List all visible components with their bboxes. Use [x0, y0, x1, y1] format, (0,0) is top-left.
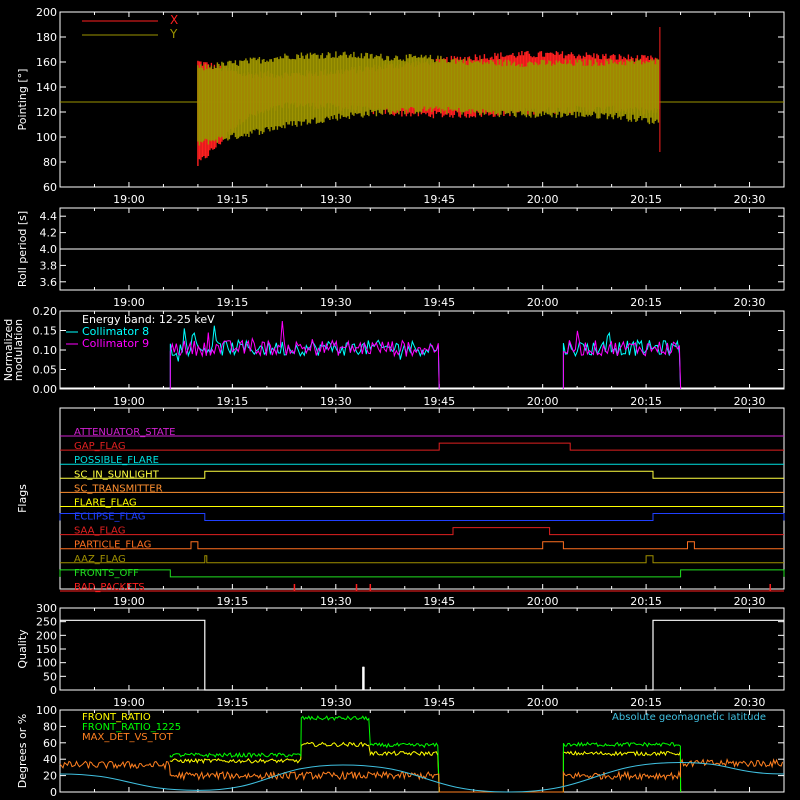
flag-line [60, 442, 784, 451]
quality-line [60, 619, 784, 691]
x-tick-label: 20:00 [527, 193, 559, 206]
legend-label: MAX_DET_VS_TOT [82, 732, 174, 743]
flag-line [59, 513, 785, 521]
x-tick-label: 19:30 [320, 296, 352, 309]
series-collimator-8 [169, 325, 682, 390]
y-axis-label: Roll period [s] [16, 211, 29, 287]
panel-0: 19:00 19:15 19:30 19:45 20:00 20:15 20:30 60 80 1… [16, 6, 785, 206]
flag-line [60, 470, 784, 479]
series-collimator-9 [169, 320, 682, 390]
y-tick-label: 140 [36, 81, 57, 94]
x-tick-label: 20:00 [527, 395, 559, 408]
x-tick-label: 19:30 [320, 696, 352, 709]
y-tick-label: 80 [43, 720, 57, 733]
series-max-det-vs-tot [59, 758, 784, 793]
y-tick-label: 100 [36, 704, 57, 717]
chart-figure: 19:00 19:15 19:30 19:45 20:00 20:15 20:30 60 80 1… [2, 6, 785, 800]
x-tick-label: 19:00 [113, 696, 145, 709]
x-tick-label: 19:15 [217, 595, 249, 608]
series-y-band [197, 51, 660, 146]
x-tick-label: 20:15 [630, 193, 662, 206]
x-tick-label: 19:15 [217, 296, 249, 309]
y-tick-label: 120 [36, 106, 57, 119]
x-tick-label: 20:00 [527, 595, 559, 608]
panel-5: 19:0019:1519:3019:4520:0020:1520:3002040… [16, 704, 785, 800]
y-tick-label: 300 [36, 602, 57, 615]
x-tick-label: 19:45 [423, 696, 455, 709]
x-tick-label: 19:30 [320, 395, 352, 408]
x-tick-label: 19:30 [320, 595, 352, 608]
y-tick-label: 200 [36, 629, 57, 642]
legend-label: X [170, 13, 178, 27]
x-tick-label: 20:15 [630, 696, 662, 709]
y-tick-label: 4.0 [40, 243, 58, 256]
y-tick-label: 100 [36, 657, 57, 670]
legend-label: Collimator 9 [82, 337, 149, 350]
y-axis-label: Degrees or % [16, 714, 29, 788]
x-tick-label: 19:00 [113, 193, 145, 206]
x-tick-label: 19:45 [423, 193, 455, 206]
legend-label: Absolute geomagnetic latitude [612, 712, 766, 723]
panel-1: 19:00 19:15 19:30 19:45 20:00 20:15 20:30 3.6 3.… [16, 207, 785, 309]
y-tick-label: 0 [50, 684, 57, 697]
x-tick-label: 19:30 [320, 193, 352, 206]
x-tick-label: 20:15 [630, 395, 662, 408]
x-tick-label: 19:45 [423, 296, 455, 309]
x-tick-label: 19:45 [423, 395, 455, 408]
x-tick-label: 19:15 [217, 395, 249, 408]
flag-line [59, 569, 785, 578]
y-tick-label: 3.8 [40, 259, 58, 272]
y-tick-label: 40 [43, 753, 57, 766]
panel-3: 19:00 19:15 19:30 19:45 20:00 20:15 20:30 Flags… [16, 407, 785, 608]
x-tick-label: 19:45 [423, 595, 455, 608]
panel-4: 19:00 19:15 19:30 19:45 20:00 20:15 20:30 05010… [16, 602, 785, 709]
panel-2: 19:00 19:15 19:30 19:45 20:00 20:15 20:30 0.00 0… [2, 305, 785, 408]
x-tick-label: 20:30 [734, 395, 766, 408]
series-geomagnetic-latitude [59, 761, 785, 793]
flag-line [60, 555, 784, 564]
y-tick-label: 0.00 [33, 383, 58, 396]
x-tick-label: 19:00 [113, 296, 145, 309]
y-tick-label: 160 [36, 56, 57, 69]
y-tick-label: 0.05 [33, 364, 58, 377]
x-tick-label: 19:00 [113, 395, 145, 408]
y-tick-label: 0.10 [33, 344, 58, 357]
x-tick-label: 20:30 [734, 696, 766, 709]
y-tick-label: 50 [43, 670, 57, 683]
x-tick-label: 19:15 [217, 193, 249, 206]
y-tick-label: 80 [43, 156, 57, 169]
y-tick-label: 0.15 [33, 325, 58, 338]
y-tick-label: 4.4 [40, 210, 58, 223]
y-tick-label: 100 [36, 131, 57, 144]
y-axis-label: Pointing [°] [16, 69, 29, 131]
x-tick-label: 20:15 [630, 595, 662, 608]
y-tick-label: 3.6 [40, 276, 58, 289]
y-axis-label: modulation [12, 319, 25, 381]
flag-line [60, 541, 784, 550]
y-tick-label: 250 [36, 616, 57, 629]
y-tick-label: 0.20 [33, 305, 58, 318]
y-tick-label: 4.2 [40, 227, 58, 240]
y-tick-label: 60 [43, 181, 57, 194]
x-tick-label: 20:00 [527, 296, 559, 309]
x-tick-label: 19:15 [217, 696, 249, 709]
x-tick-label: 20:30 [734, 296, 766, 309]
y-tick-label: 150 [36, 643, 57, 656]
flag-line [60, 527, 784, 536]
y-tick-label: 60 [43, 737, 57, 750]
y-tick-label: 180 [36, 31, 57, 44]
y-axis-label: Quality [16, 629, 29, 669]
y-axis-label: Flags [16, 484, 29, 513]
legend-label: Y [169, 27, 178, 41]
y-tick-label: 20 [43, 770, 57, 783]
x-tick-label: 20:00 [527, 696, 559, 709]
x-tick-label: 20:15 [630, 296, 662, 309]
x-tick-label: 20:30 [734, 595, 766, 608]
x-tick-label: 20:30 [734, 193, 766, 206]
y-tick-label: 200 [36, 6, 57, 19]
x-tick-label: 19:00 [113, 595, 145, 608]
y-tick-label: 0 [50, 786, 57, 799]
